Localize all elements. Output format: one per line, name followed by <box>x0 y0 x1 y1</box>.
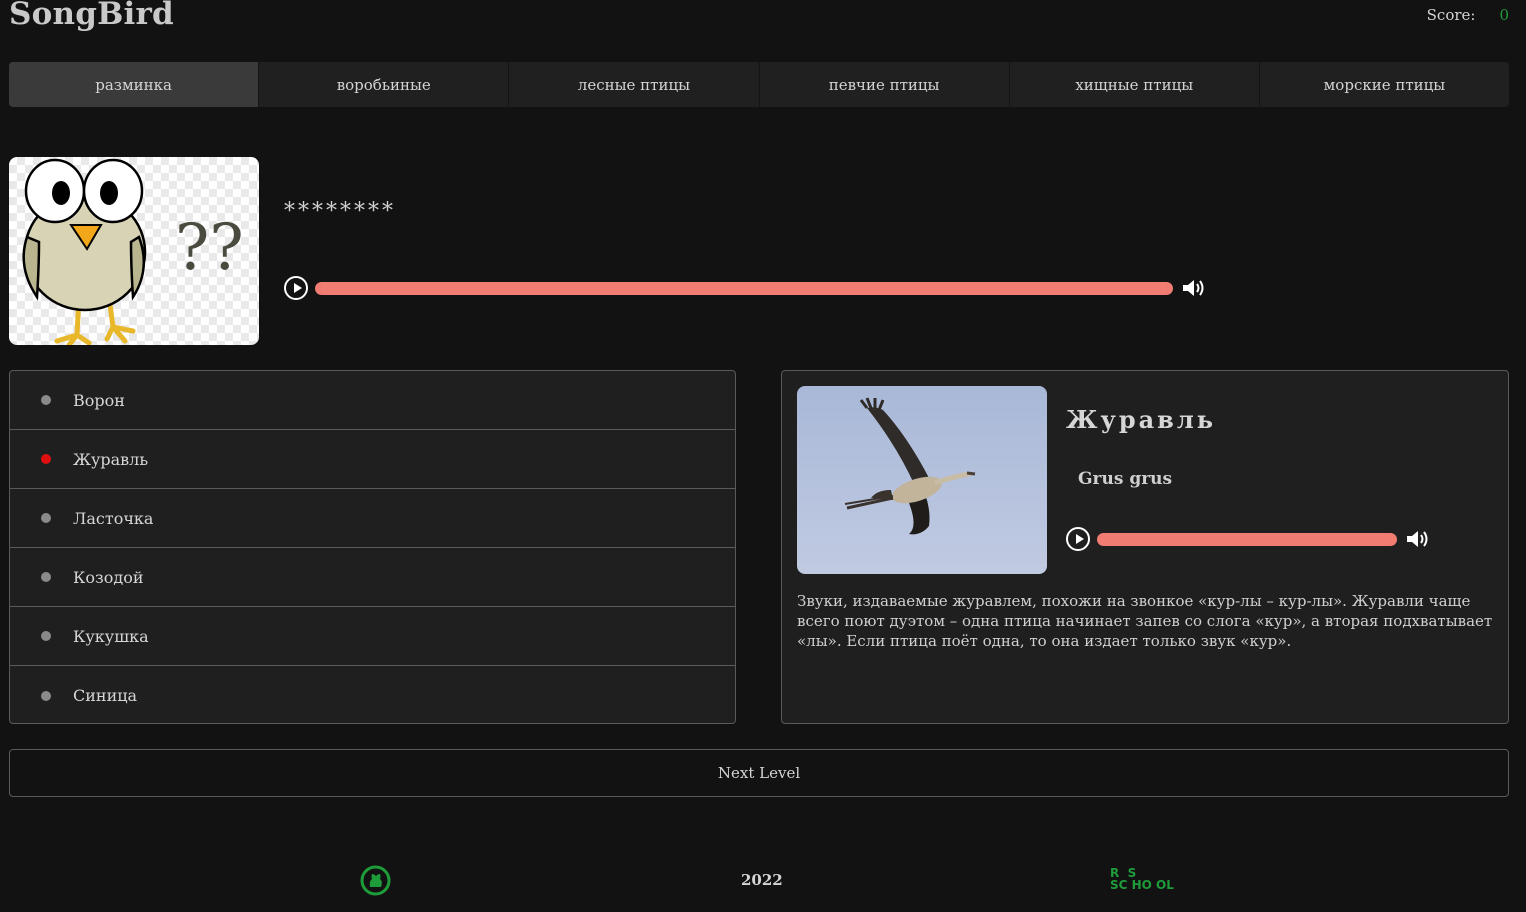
github-icon[interactable] <box>360 865 391 896</box>
answer-list: Ворон Журавль Ласточка Козодой Кукушка С… <box>9 370 736 724</box>
svg-text:??: ?? <box>175 211 244 285</box>
answer-option[interactable]: Ворон <box>10 371 735 430</box>
audio-progress-bar[interactable] <box>1097 532 1397 546</box>
tab-songbirds[interactable]: певчие птицы <box>760 62 1010 107</box>
details-audio-player <box>1066 527 1429 551</box>
footer: 2022 R S SC HO OL <box>0 860 1526 900</box>
answer-option[interactable]: Синица <box>10 666 735 725</box>
hidden-bird-name: ******** <box>284 199 396 224</box>
score-label: Score: <box>1426 6 1476 24</box>
volume-icon[interactable] <box>1405 529 1429 549</box>
tab-birds-of-prey[interactable]: хищные птицы <box>1010 62 1260 107</box>
answer-option[interactable]: Козодой <box>10 548 735 607</box>
tab-forest-birds[interactable]: лесные птицы <box>509 62 760 107</box>
answer-indicator-dot <box>41 395 51 405</box>
bird-photo <box>797 386 1047 574</box>
rs-school-logo-line2: SC HO OL <box>1110 878 1174 892</box>
tab-warmup[interactable]: разминка <box>9 62 260 107</box>
audio-progress-bar[interactable] <box>315 281 1173 295</box>
crane-photo <box>844 397 976 535</box>
answer-label: Ласточка <box>73 508 154 528</box>
owl-question-icon: ?? <box>22 158 244 345</box>
question-audio-player <box>284 276 1205 300</box>
header: SongBird Score: 0 <box>9 0 1509 40</box>
answer-label: Журавль <box>73 449 149 469</box>
mystery-bird-image: ?? <box>9 157 259 345</box>
score: Score: 0 <box>1427 6 1509 24</box>
category-tabs: разминка воробьиные лесные птицы певчие … <box>9 62 1509 107</box>
bird-description: Звуки, издаваемые журавлем, похожи на зв… <box>797 592 1493 650</box>
app-logo: SongBird <box>9 0 174 32</box>
tab-passerines[interactable]: воробьиные <box>259 62 510 107</box>
copyright-year: 2022 <box>741 871 783 889</box>
answer-option[interactable]: Кукушка <box>10 607 735 666</box>
rs-school-logo[interactable]: R S SC HO OL <box>1110 867 1176 897</box>
answer-indicator-dot <box>41 454 51 464</box>
answer-option[interactable]: Журавль <box>10 430 735 489</box>
bird-latin-name: Grus grus <box>1078 469 1173 489</box>
answer-indicator-dot <box>41 513 51 523</box>
answer-label: Синица <box>73 686 138 705</box>
answer-label: Козодой <box>73 567 144 587</box>
answer-option[interactable]: Ласточка <box>10 489 735 548</box>
play-button[interactable] <box>1066 527 1090 551</box>
tab-seabirds[interactable]: морские птицы <box>1260 62 1509 107</box>
answer-label: Ворон <box>73 390 125 410</box>
play-button[interactable] <box>284 276 308 300</box>
score-value: 0 <box>1499 6 1509 24</box>
answer-indicator-dot <box>41 572 51 582</box>
question-block: ?? ******** <box>9 157 1509 347</box>
bird-name: Журавль <box>1066 405 1217 434</box>
answer-indicator-dot <box>41 690 51 701</box>
next-level-button[interactable]: Next Level <box>9 749 1509 797</box>
volume-icon[interactable] <box>1181 278 1205 298</box>
answer-label: Кукушка <box>73 626 149 646</box>
answer-indicator-dot <box>41 631 51 641</box>
